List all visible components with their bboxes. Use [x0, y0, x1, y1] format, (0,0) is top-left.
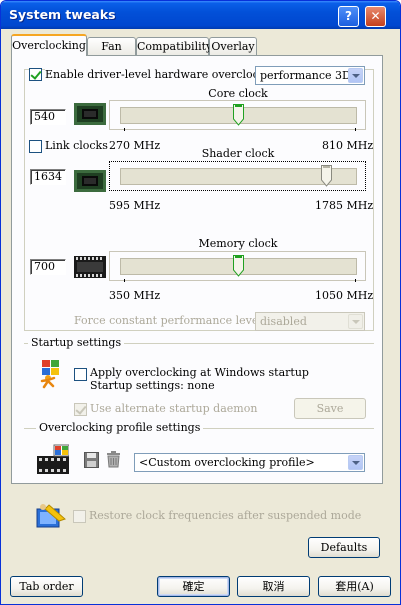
restore-clock-icon — [36, 504, 66, 528]
profile-group-title: Overclocking profile settings — [36, 421, 204, 434]
tab-order-button[interactable]: Tab order — [10, 576, 83, 597]
memory-chip-icon — [74, 256, 106, 278]
startup-status-text: Startup settings: none — [90, 379, 215, 392]
save-profile-icon[interactable] — [84, 452, 99, 468]
restore-frequencies-checkbox[interactable] — [73, 510, 86, 523]
close-button[interactable]: ✕ — [365, 6, 386, 27]
memory-clock-title: Memory clock — [198, 237, 278, 250]
performance-mode-dropdown[interactable]: performance 3D — [255, 66, 365, 85]
startup-group-title: Startup settings — [28, 336, 125, 349]
delete-profile-icon[interactable] — [106, 451, 121, 468]
apply-button[interactable]: 套用(A) — [318, 576, 391, 597]
core-clock-thumb[interactable] — [233, 104, 244, 126]
defaults-button[interactable]: Defaults — [308, 537, 380, 558]
core-clock-max-label: 810 MHz — [322, 139, 374, 152]
core-clock-title: Core clock — [208, 87, 268, 100]
memory-clock-value[interactable]: 700 — [30, 259, 66, 275]
memory-clock-min-label: 350 MHz — [109, 289, 161, 302]
enable-overclocking-label: Enable driver-level hardware overclockin… — [45, 68, 287, 81]
save-button[interactable]: Save — [294, 398, 366, 419]
shader-chip-icon — [74, 170, 106, 192]
tab-fan[interactable]: Fan — [87, 37, 136, 55]
shader-clock-slider[interactable] — [109, 161, 366, 191]
profile-value: <Custom overclocking profile> — [139, 456, 315, 469]
memory-tick-max — [355, 279, 356, 282]
title-bar[interactable]: System tweaks ? ✕ — [1, 1, 400, 29]
link-clocks-label: Link clocks — [45, 139, 108, 152]
windows-startup-icon — [40, 360, 59, 389]
memory-clock-max-label: 1050 MHz — [315, 289, 374, 302]
tab-overlay[interactable]: Overlay — [209, 37, 257, 55]
shader-clock-max-label: 1785 MHz — [315, 199, 374, 212]
perf-level-label: Force constant performance level — [74, 314, 262, 327]
profile-dropdown[interactable]: <Custom overclocking profile> — [134, 453, 365, 472]
memory-tick-min — [124, 279, 125, 282]
core-tick-min — [124, 128, 125, 131]
apply-at-startup-checkbox[interactable] — [74, 368, 87, 381]
system-tweaks-window: System tweaks ? ✕ Overclocking Fan Compa… — [0, 0, 401, 605]
performance-mode-value: performance 3D — [260, 69, 351, 82]
ok-button[interactable]: 確定 — [157, 576, 230, 597]
apply-at-startup-label: Apply overclocking at Windows startup — [90, 366, 309, 379]
memory-clock-thumb[interactable] — [233, 255, 244, 277]
core-tick-max — [355, 128, 356, 131]
help-button[interactable]: ? — [338, 6, 359, 27]
gpu-chip-icon — [74, 103, 106, 125]
perf-level-value: disabled — [260, 315, 307, 328]
chevron-down-icon[interactable] — [348, 314, 363, 329]
core-clock-slider[interactable] — [109, 100, 366, 130]
perf-level-dropdown[interactable]: disabled — [255, 312, 365, 331]
window-title: System tweaks — [9, 7, 116, 22]
tab-compatibility[interactable]: Compatibility — [136, 37, 212, 55]
tab-overclocking[interactable]: Overclocking — [11, 34, 87, 56]
profile-clapboard-icon — [37, 444, 69, 474]
overclocking-panel: Enable driver-level hardware overclockin… — [11, 55, 383, 484]
chevron-down-icon[interactable] — [348, 68, 363, 83]
restore-frequencies-label: Restore clock frequencies after suspende… — [89, 509, 362, 522]
chevron-down-icon[interactable] — [348, 455, 363, 470]
memory-clock-slider[interactable] — [109, 251, 366, 281]
alternate-daemon-label: Use alternate startup daemon — [90, 402, 258, 415]
cancel-button[interactable]: 取消 — [237, 576, 310, 597]
alternate-daemon-checkbox[interactable] — [74, 403, 87, 416]
shader-clock-title: Shader clock — [201, 147, 275, 160]
shader-clock-value[interactable]: 1634 — [30, 169, 66, 185]
core-clock-min-label: 270 MHz — [109, 139, 161, 152]
link-clocks-checkbox[interactable] — [29, 140, 42, 153]
core-clock-value[interactable]: 540 — [30, 109, 66, 125]
shader-clock-thumb[interactable] — [321, 165, 333, 187]
enable-overclocking-checkbox[interactable] — [29, 68, 42, 81]
shader-clock-min-label: 595 MHz — [109, 199, 161, 212]
